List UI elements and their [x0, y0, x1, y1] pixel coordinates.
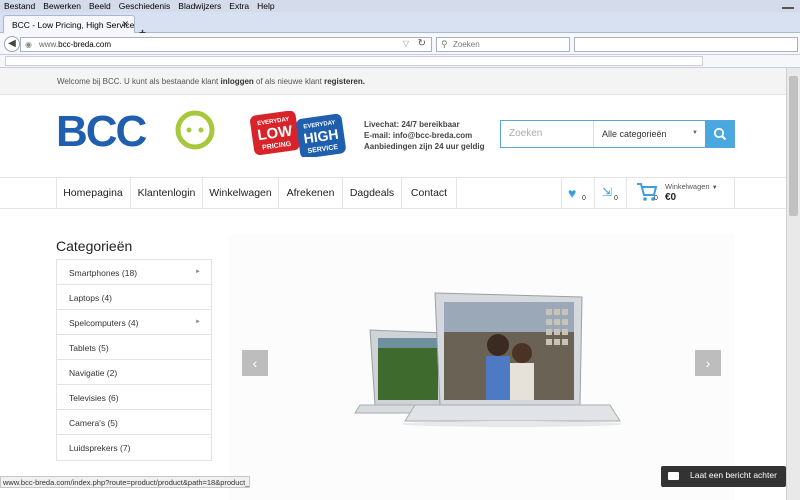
browser-tab[interactable]: BCC - Low Pricing, High Service ✕	[3, 15, 135, 34]
email-text[interactable]: E-mail: info@bcc-breda.com	[364, 130, 484, 141]
site-search-form: Zoeken Alle categorieën ▼	[500, 120, 735, 148]
nav-item-winkelwagen[interactable]: Winkelwagen	[203, 178, 279, 208]
url-prefix: www.	[39, 40, 59, 49]
search-icon	[713, 127, 726, 141]
welcome-text-2: of als nieuwe klant	[253, 77, 325, 86]
toolbar-blank-field	[574, 37, 798, 52]
category-item-cameras[interactable]: Camera's (5)	[57, 410, 211, 435]
dropdown-arrow-icon[interactable]: ▽	[403, 39, 409, 48]
cart-amount: €0	[665, 192, 677, 203]
tab-strip: BCC - Low Pricing, High Service ✕ +	[0, 12, 800, 40]
menu-bladwijzers[interactable]: Bladwijzers	[174, 0, 225, 11]
web-page: Welcome bij BCC. U kunt als bestaande kl…	[0, 68, 786, 500]
category-item-navigatie[interactable]: Navigatie (2)	[57, 360, 211, 385]
category-item-smartphones[interactable]: Smartphones (18) ►	[57, 260, 211, 285]
status-bar-url: www.bcc-breda.com/index.php?route=produc…	[0, 476, 250, 488]
tab-title: BCC - Low Pricing, High Service	[12, 20, 135, 30]
nav-item-homepagina[interactable]: Homepagina	[56, 178, 131, 208]
nav-item-dagdeals[interactable]: Dagdeals	[343, 178, 402, 208]
nav-item-contact[interactable]: Contact	[402, 178, 457, 208]
chat-button[interactable]: Laat een bericht achter	[661, 466, 786, 487]
scrollbar-thumb[interactable]	[789, 76, 798, 216]
category-item-tablets[interactable]: Tablets (5)	[57, 335, 211, 360]
site-search-input[interactable]: Zoeken	[501, 121, 594, 147]
address-bar[interactable]: ◉ www.bcc-breda.com ▽ ↻	[20, 37, 432, 52]
nav-item-afrekenen[interactable]: Afrekenen	[279, 178, 343, 208]
back-icon[interactable]: ◀	[4, 36, 20, 52]
cart-label[interactable]: Winkelwagen ▼	[665, 182, 718, 191]
main-navigation: Homepagina Klantenlogin Winkelwagen Afre…	[0, 177, 786, 209]
laptop-image	[354, 292, 622, 427]
category-item-spelcomputers[interactable]: Spelcomputers (4) ►	[57, 310, 211, 335]
site-header: BCC EVERYDAY LOW PRICING EVERYDAY HIGH S…	[0, 95, 786, 177]
compare-arrows-icon[interactable]: ⇲	[602, 185, 612, 199]
globe-icon: ◉	[25, 40, 32, 49]
category-list: Smartphones (18) ► Laptops (4) Spelcomput…	[56, 259, 212, 461]
slider-prev-button[interactable]: ‹	[242, 350, 268, 376]
url-domain: bcc-breda.com	[58, 40, 112, 49]
category-item-televisies[interactable]: Televisies (6)	[57, 385, 211, 410]
browser-search-placeholder: Zoeken	[453, 40, 480, 49]
slider-next-button[interactable]: ›	[695, 350, 721, 376]
compare-count: 0	[614, 195, 618, 202]
product-slider[interactable]: ‹ ›	[230, 235, 735, 500]
offers-text: Aanbiedingen zijn 24 uur geldig	[364, 142, 485, 151]
page-scrollbar[interactable]	[786, 68, 800, 500]
close-icon[interactable]: ✕	[121, 19, 129, 30]
wishlist-count: 0	[582, 195, 586, 202]
chat-label: Laat een bericht achter	[690, 470, 777, 480]
reload-icon[interactable]: ↻	[418, 38, 426, 49]
menu-beeld[interactable]: Beeld	[85, 0, 115, 11]
bookmarks-bar	[0, 55, 800, 68]
wishlist-heart-icon[interactable]: ♥	[568, 185, 576, 201]
menu-bewerken[interactable]: Bewerken	[39, 0, 85, 11]
submenu-arrow-icon: ►	[195, 319, 201, 325]
categories-heading: Categorieën	[56, 238, 133, 254]
minimize-icon[interactable]	[782, 1, 794, 9]
submenu-arrow-icon: ►	[195, 269, 201, 275]
bcc-logo[interactable]: BCC	[56, 110, 216, 150]
envelope-icon	[668, 472, 679, 480]
menu-help[interactable]: Help	[253, 0, 278, 11]
menu-geschiedenis[interactable]: Geschiedenis	[115, 0, 175, 11]
svg-text:BCC: BCC	[56, 110, 147, 150]
menu-extra[interactable]: Extra	[225, 0, 253, 11]
category-select[interactable]: Alle categorieën ▼	[594, 121, 706, 147]
menu-bestand[interactable]: Bestand	[0, 0, 39, 11]
nav-item-klantenlogin[interactable]: Klantenlogin	[131, 178, 203, 208]
chevron-down-icon: ▼	[692, 130, 698, 136]
login-link[interactable]: inloggen	[220, 77, 253, 86]
low-pricing-high-service-badge: EVERYDAY LOW PRICING EVERYDAY HIGH SERVI…	[250, 111, 346, 157]
category-item-laptops[interactable]: Laptops (4)	[57, 285, 211, 310]
welcome-text: Welcome bij BCC. U kunt als bestaande kl…	[57, 77, 221, 86]
category-item-luidsprekers[interactable]: Luidsprekers (7)	[57, 435, 211, 460]
menu-bar: Bestand Bewerken Beeld Geschiedenis Bladwijz…	[0, 0, 800, 12]
livechat-text: Livechat: 24/7 bereikbaar	[364, 120, 460, 129]
browser-search-input[interactable]: ⚲ Zoeken	[436, 37, 570, 52]
category-select-value: Alle categorieën	[602, 129, 667, 139]
cart-count: 0	[654, 195, 658, 202]
contact-info: Livechat: 24/7 bereikbaar E-mail: info@b…	[364, 119, 484, 152]
navigation-toolbar: ◀ ◉ www.bcc-breda.com ▽ ↻ ⚲ Zoeken	[0, 33, 800, 55]
search-icon: ⚲	[441, 39, 448, 49]
search-button[interactable]	[705, 121, 734, 147]
welcome-bar: Welcome bij BCC. U kunt als bestaande kl…	[0, 68, 786, 95]
register-link[interactable]: registeren.	[324, 77, 365, 86]
